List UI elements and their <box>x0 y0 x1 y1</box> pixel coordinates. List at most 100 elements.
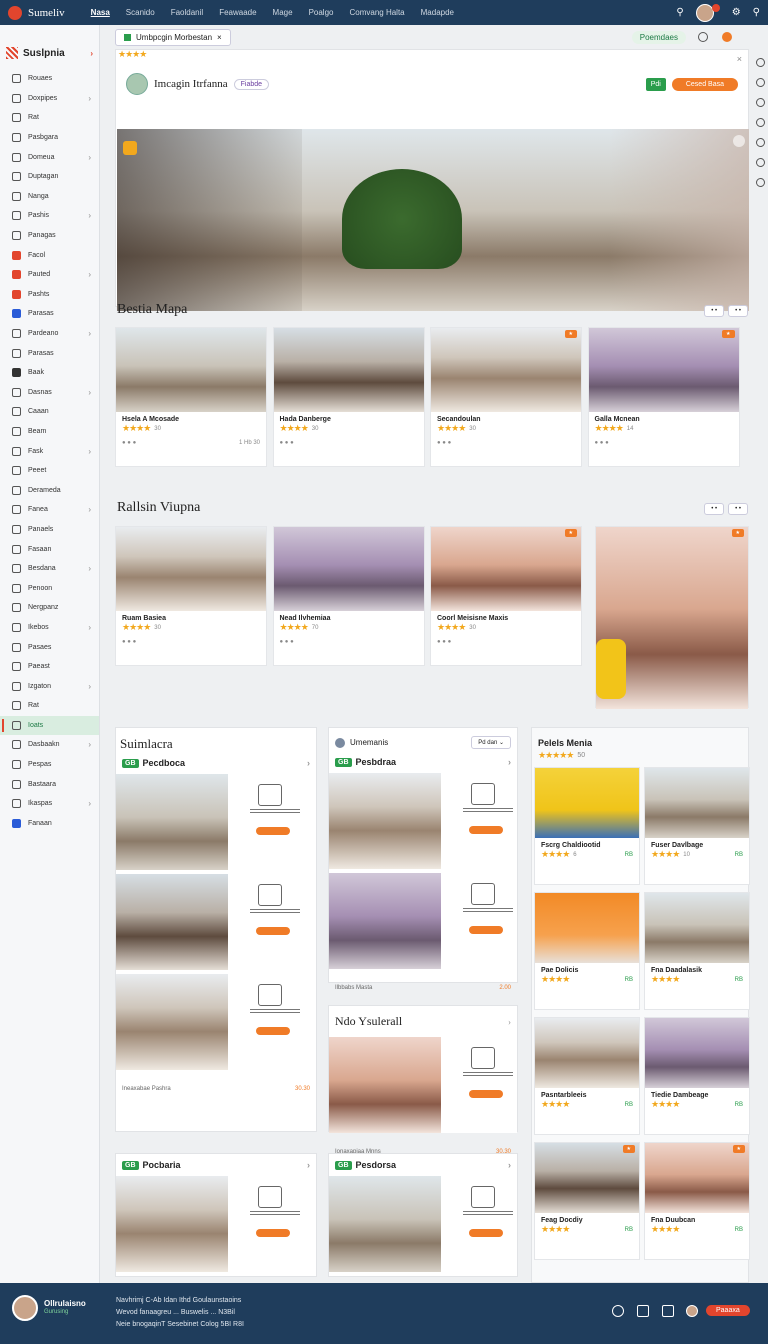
list-item[interactable]: Ionaxapiaa Mnns 30.30 <box>329 1037 517 1155</box>
search-icon[interactable]: ⚲ <box>676 7 683 18</box>
avatar[interactable] <box>12 1295 38 1321</box>
sidebar-item[interactable]: Rouaes <box>0 69 99 89</box>
user-avatar[interactable] <box>695 3 714 22</box>
sidebar-item[interactable]: Nanga <box>0 187 99 207</box>
sidebar-item[interactable]: Ikebos › <box>0 618 99 638</box>
rail-icon[interactable] <box>755 138 765 147</box>
close-icon[interactable]: × <box>217 33 222 42</box>
sidebar-brand[interactable]: Suslpnia › <box>0 47 99 69</box>
rail-icon[interactable] <box>755 58 765 67</box>
view-button[interactable] <box>256 827 290 835</box>
sidebar-item[interactable]: Peeet <box>0 461 99 481</box>
search-icon-secondary[interactable]: ⚲ <box>753 7 760 18</box>
grid-card[interactable]: Pae Dolicis ★★★★ RB <box>534 892 640 1010</box>
sidebar-item[interactable]: Derameda <box>0 480 99 500</box>
sidebar-item[interactable]: Nergpanz <box>0 598 99 618</box>
sidebar-item[interactable]: Baak <box>0 363 99 383</box>
sidebar-item[interactable]: Ikaspas › <box>0 794 99 814</box>
chevron-right-icon[interactable]: › <box>307 1160 310 1170</box>
sidebar-item[interactable]: Ioats <box>0 715 99 736</box>
sidebar-item[interactable]: Facol <box>0 245 99 265</box>
rail-icon[interactable] <box>755 118 765 127</box>
grid-card[interactable]: Pasntarbleeis ★★★★ RB <box>534 1017 640 1135</box>
avatar[interactable] <box>126 73 148 95</box>
share-icon[interactable] <box>637 1305 649 1317</box>
filter-button[interactable]: • • <box>704 305 725 317</box>
grid-card[interactable]: Fna Daadalasik ★★★★ RB <box>644 892 750 1010</box>
chevron-right-icon[interactable]: › <box>508 757 511 767</box>
footer-button[interactable]: Paaaxa <box>706 1305 750 1316</box>
green-button[interactable]: Pdi <box>645 77 666 91</box>
chevron-right-icon[interactable]: › <box>508 1017 511 1027</box>
sidebar-item[interactable]: Pespas <box>0 755 99 775</box>
sidebar-item[interactable]: Besdana › <box>0 559 99 579</box>
chevron-right-icon[interactable]: › <box>307 758 310 768</box>
status-pill[interactable]: Poemdaes <box>631 30 686 44</box>
list-item[interactable]: Rectias Eoelra20.00 <box>116 874 316 992</box>
sidebar-item[interactable]: Fanea › <box>0 500 99 520</box>
sidebar-item[interactable]: Doxpipes › <box>0 89 99 109</box>
alert-icon[interactable] <box>722 32 732 42</box>
mall-card[interactable]: Nead Ilvhemiaa ★★★★ 70 ● ● ● <box>272 526 425 666</box>
sidebar-item[interactable]: Panaels <box>0 520 99 540</box>
info-icon[interactable] <box>698 32 708 42</box>
sidebar-item[interactable]: Fasaan <box>0 539 99 559</box>
sidebar-item[interactable]: Pashts <box>0 285 99 305</box>
sidebar-item[interactable]: Parasas <box>0 304 99 324</box>
nav-item[interactable]: Madapde <box>421 8 454 17</box>
rail-icon[interactable] <box>755 78 765 87</box>
grid-card[interactable]: ★ Fna Duubcan ★★★★ RB <box>644 1142 750 1260</box>
view-button[interactable] <box>469 826 503 834</box>
mall-card[interactable]: Hsela A Mcosade ★★★★ 30 ● ● ● 1 Hb 30 <box>115 327 267 467</box>
close-icon[interactable]: × <box>737 54 742 64</box>
orange-button[interactable]: Cesed Basa <box>671 77 738 91</box>
sidebar-item[interactable]: Izgaton › <box>0 676 99 696</box>
nav-item[interactable]: Scanido <box>126 8 155 17</box>
sidebar-item[interactable]: Bastaara <box>0 774 99 794</box>
rail-icon[interactable] <box>755 178 765 187</box>
chevron-right-icon[interactable]: › <box>90 49 93 58</box>
nav-item[interactable]: Mage <box>273 8 293 17</box>
sidebar-item[interactable]: Pardeano › <box>0 324 99 344</box>
list-item[interactable] <box>116 1176 316 1272</box>
grid-card[interactable]: Fscrg Chaldiootid ★★★★ 6 RB <box>534 767 640 885</box>
view-button[interactable] <box>469 1229 503 1237</box>
mall-card[interactable]: Hada Danberge ★★★★ 30 ● ● ● <box>272 327 425 467</box>
sidebar-item[interactable]: Rat <box>0 108 99 128</box>
mall-card[interactable]: ★ Secandoulan ★★★★ 30 ● ● ● <box>430 327 582 467</box>
sort-button[interactable]: • • <box>728 305 748 317</box>
sidebar-item[interactable]: Paeast <box>0 657 99 677</box>
sidebar-item[interactable]: Pashis › <box>0 206 99 226</box>
view-button[interactable] <box>469 1090 503 1098</box>
nav-item[interactable]: Feawaade <box>219 8 256 17</box>
view-button[interactable] <box>256 1027 290 1035</box>
nav-item[interactable]: Nasa <box>91 8 110 17</box>
filter-dropdown[interactable]: Pd dan ⌄ <box>471 736 511 749</box>
sort-button[interactable]: • • <box>728 503 748 515</box>
mall-card[interactable]: Ruam Basiea ★★★★ 30 ● ● ● <box>115 526 267 666</box>
app-brand[interactable]: Sumeliv <box>28 7 65 19</box>
view-button[interactable] <box>256 1229 290 1237</box>
app-logo-icon[interactable] <box>8 5 22 20</box>
list-item[interactable]: Ilbbabs Masta 2.00 <box>329 873 517 991</box>
grid-icon[interactable] <box>662 1305 674 1317</box>
sidebar-item[interactable]: Parasas <box>0 343 99 363</box>
view-button[interactable] <box>469 926 503 934</box>
view-button[interactable] <box>256 927 290 935</box>
mall-card[interactable]: ★ Galla Mcnean ★★★★ 14 ● ● ● <box>587 327 740 467</box>
sidebar-item[interactable]: Panagas <box>0 226 99 246</box>
sidebar-item[interactable]: Caaan <box>0 402 99 422</box>
grid-card[interactable]: Tiedie Dambeage ★★★★ RB <box>644 1017 750 1135</box>
list-item[interactable]: Peeknaedio Hnkin1.00 <box>329 773 517 891</box>
promo-card[interactable]: ★ <box>595 526 749 709</box>
grid-card[interactable]: Fuser Davlbage ★★★★ 10 RB <box>644 767 750 885</box>
nav-item[interactable]: Comvang Halta <box>349 8 404 17</box>
next-arrow-icon[interactable] <box>733 135 745 147</box>
nav-item[interactable]: Faoldanil <box>171 8 203 17</box>
sidebar-item[interactable]: Rat <box>0 696 99 716</box>
sidebar-item[interactable]: Beam <box>0 422 99 442</box>
emoji-icon[interactable] <box>612 1305 624 1317</box>
rail-icon[interactable] <box>755 98 765 107</box>
filter-button[interactable]: • • <box>704 503 725 515</box>
rail-icon[interactable] <box>755 158 765 167</box>
